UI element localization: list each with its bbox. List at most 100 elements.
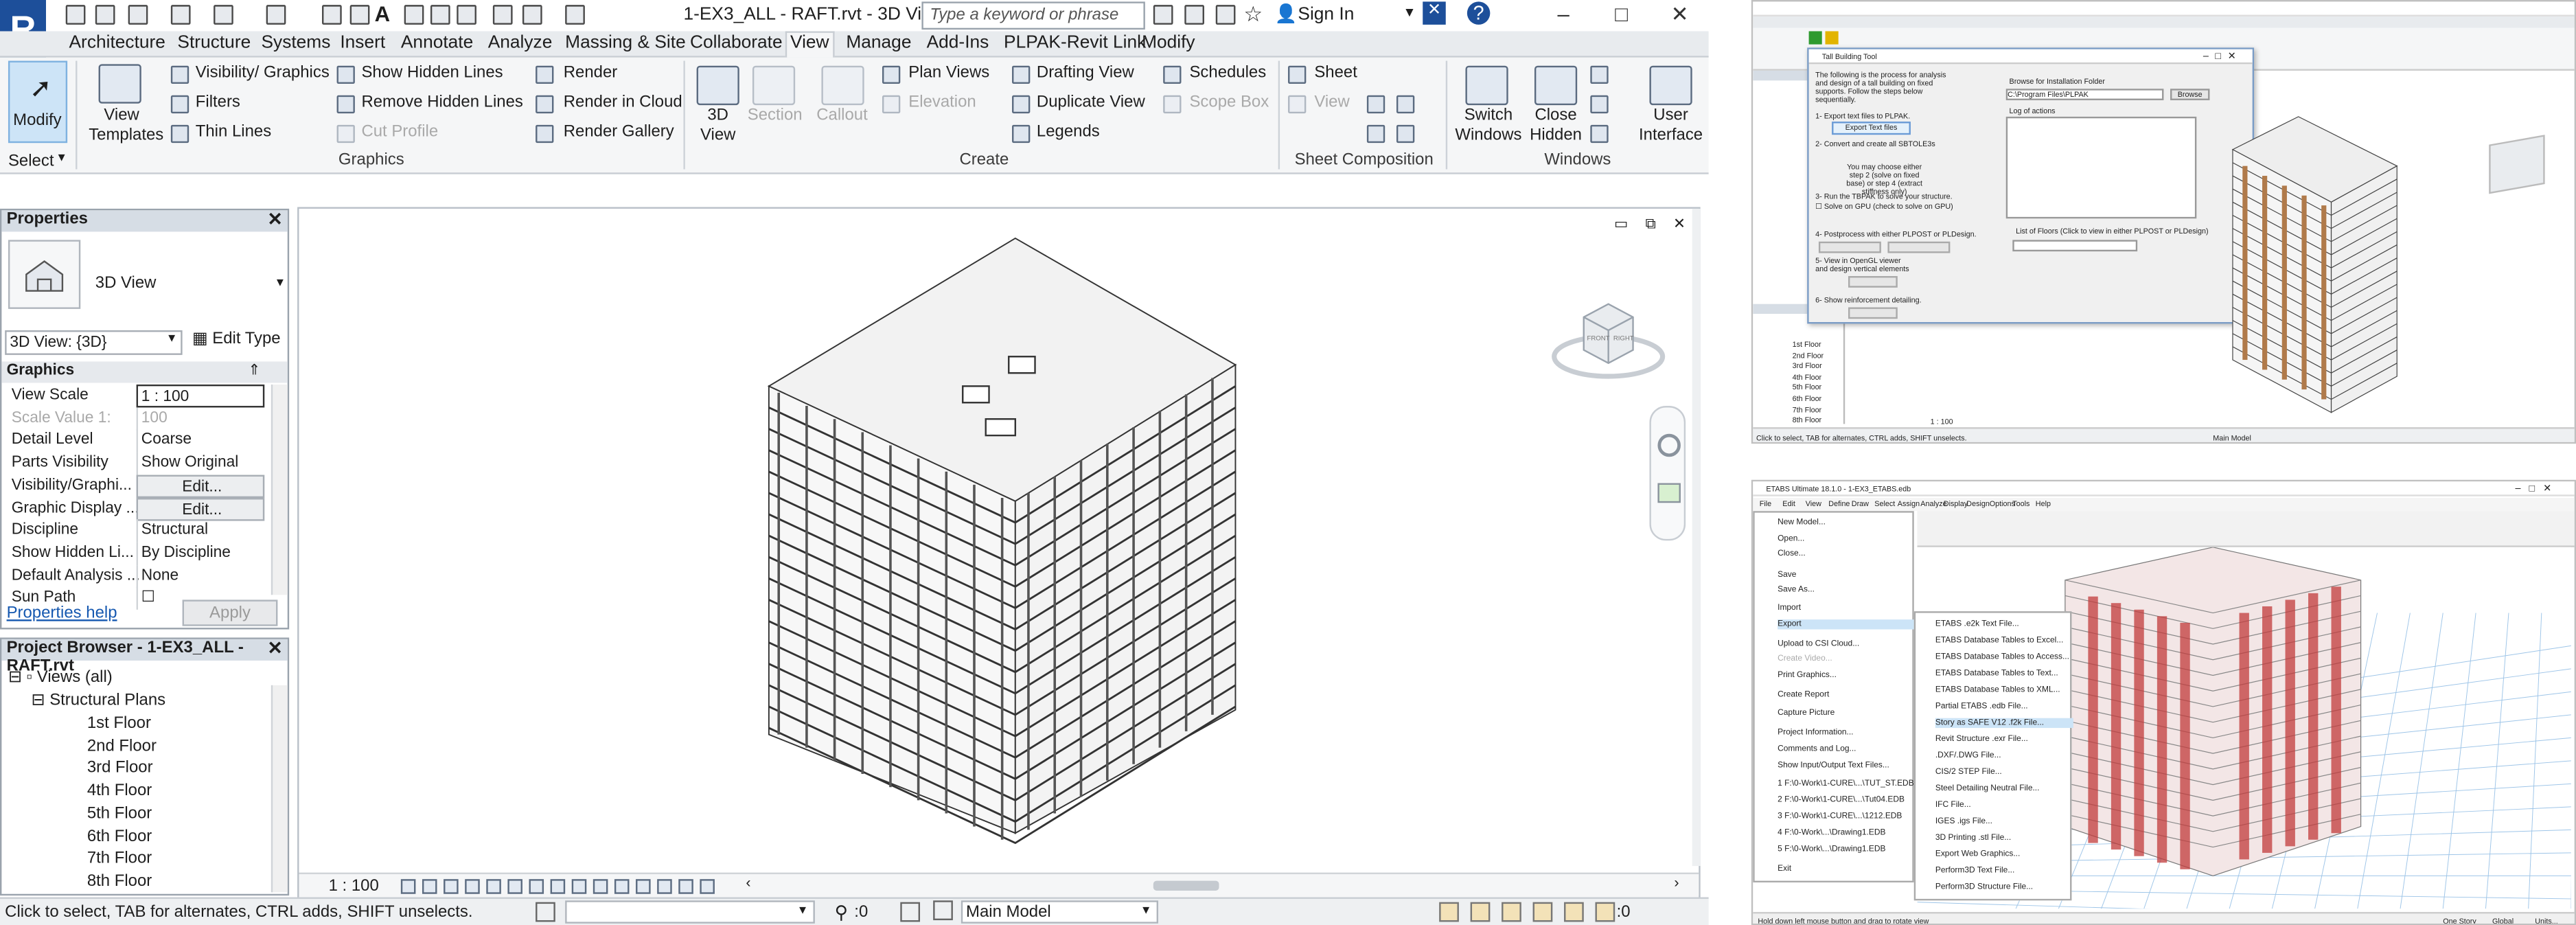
3d-view-button[interactable]: 3D View [697,107,739,146]
tab-manage[interactable]: Manage [843,33,915,53]
tree-views-all[interactable]: ⊟ ▫ Views (all) [8,669,113,687]
etabs-window-controls[interactable]: –□✕ [2516,483,2560,494]
etabs-menu-item[interactable]: Display [1944,499,1968,507]
close-button[interactable]: ✕ [1671,1,1689,27]
scope-box-button[interactable]: Scope Box [1189,93,1269,111]
view-control-icon[interactable] [593,879,608,894]
export-menu-item[interactable]: Story as SAFE V12 .f2k File... [1935,718,2073,729]
file-menu-item[interactable]: New Model... [1778,518,1826,527]
property-row[interactable]: View Scale 1 : 100 [1,384,290,408]
file-menu-item[interactable]: Upload to CSI Cloud... [1778,639,1859,649]
dialog-window-controls[interactable]: –□✕ [2203,51,2242,62]
export-menu-item[interactable]: Partial ETABS .edb File... [1935,702,2028,711]
export-menu-item[interactable]: IGES .igs File... [1935,816,1992,826]
etabs-menu-item[interactable]: Select [1874,499,1895,507]
export-menu-item[interactable]: ETABS .e2k Text File... [1935,619,2019,629]
file-menu-item[interactable]: 5 F:\0-Work\...\Drawing1.EDB [1778,845,1885,854]
gpu-checkbox[interactable]: ☐ Solve on GPU (check to solve on GPU) [1815,202,1953,212]
communication-icon[interactable] [1215,5,1236,25]
mini-floor-item[interactable]: 6th Floor [1793,394,1822,402]
minimize-button[interactable]: – [1557,1,1569,26]
file-menu-item[interactable]: Create Video... [1778,654,1832,663]
etabs-menu-item[interactable]: Draw [1852,499,1869,507]
tab-architecture[interactable]: Architecture [66,33,169,53]
file-menu-item[interactable]: Show Input/Output Text Files... [1778,761,1889,770]
property-row[interactable]: Show Hidden Li... By Discipline [1,542,290,565]
duplicate-view-button[interactable]: Duplicate View [1037,93,1145,111]
editable-icon[interactable]: ⚲ [835,902,848,924]
section-icon[interactable] [430,5,450,25]
vertical-scrollbar[interactable] [1692,208,1701,867]
log-textarea[interactable] [2005,116,2197,219]
plan-views-button[interactable]: Plan Views [908,64,989,82]
file-menu-item[interactable]: Create Report [1778,690,1829,700]
mini-floor-item[interactable]: 1st Floor [1793,340,1821,348]
collapse-icon[interactable]: ⇑ [248,361,260,379]
chevron-down-icon[interactable]: ▼ [1403,5,1416,20]
etabs-menu-item[interactable]: Design [1966,499,1990,507]
modify-button[interactable]: ➚ Modify [8,60,68,144]
drafting-view-button[interactable]: Drafting View [1037,64,1134,82]
save-icon[interactable] [95,5,115,25]
view-control-icon[interactable] [571,879,587,894]
export-menu-item[interactable]: Steel Detailing Neutral File... [1935,784,2040,793]
tree-structural-plans[interactable]: ⊟ Structural Plans [31,692,165,709]
view-control-icon[interactable] [678,879,693,894]
file-menu-item[interactable]: Capture Picture [1778,708,1835,718]
section-button[interactable]: Section [748,107,803,125]
property-row[interactable]: Parts Visibility Show Original [1,452,290,475]
export-text-files-button[interactable]: Export Text files [1832,122,1911,135]
view-control-icon[interactable] [529,879,544,894]
customize-icon[interactable] [565,5,585,25]
tab-structure[interactable]: Structure [174,33,254,53]
property-row[interactable]: Graphic Display ... Edit... [1,496,290,521]
tree-floor-item[interactable]: 1st Floor [87,715,151,733]
mini-floor-item[interactable]: 8th Floor [1793,416,1822,424]
export-menu-item[interactable]: Revit Structure .exr File... [1935,735,2028,744]
selection-option-icon[interactable] [1564,902,1584,922]
schedules-button[interactable]: Schedules [1189,64,1266,82]
user-interface-button[interactable]: User Interface [1636,107,1705,146]
visibility-graphics-button[interactable]: Visibility/ Graphics [196,64,330,82]
zoom-icon[interactable] [1657,483,1681,503]
file-menu-item[interactable]: Save As... [1778,585,1815,595]
file-menu-item[interactable]: Save [1778,570,1796,580]
selection-option-icon[interactable] [1595,902,1615,922]
file-menu-item[interactable]: Comments and Log... [1778,744,1856,754]
close-icon[interactable]: ✕ [268,209,283,230]
detailing-button[interactable] [1848,307,1898,319]
3d-view-icon[interactable] [404,5,424,25]
properties-help-link[interactable]: Properties help [7,605,117,623]
model-select[interactable]: Main Model ▼ [961,900,1158,924]
design-option-set-icon[interactable] [933,900,953,921]
export-menu-item[interactable]: ETABS Database Tables to XML... [1935,685,2060,695]
tab-analyze[interactable]: Analyze [485,33,555,53]
callout-button[interactable]: Callout [816,107,868,125]
file-menu-item[interactable]: Import [1778,603,1801,613]
export-menu-item[interactable]: Perform3D Text File... [1935,866,2014,876]
export-menu-item[interactable]: Perform3D Structure File... [1935,882,2033,892]
mini-floor-item[interactable]: 7th Floor [1793,405,1822,413]
viewcube-right-label[interactable]: RIGHT [1613,334,1634,342]
elevation-button[interactable]: Elevation [908,93,976,111]
sign-in-button[interactable]: Sign In [1298,5,1354,25]
etabs-units-button[interactable]: Units... [2535,917,2558,924]
floors-select[interactable] [2012,240,2138,252]
undo-icon[interactable] [170,5,191,25]
legends-button[interactable]: Legends [1037,123,1100,141]
plpost-button[interactable] [1818,241,1881,253]
export-menu-item[interactable]: Export Web Graphics... [1935,849,2020,859]
filters-button[interactable]: Filters [196,93,240,111]
mini-floor-item[interactable]: 2nd Floor [1793,351,1824,359]
user-icon[interactable]: 👤 [1275,3,1298,25]
selection-option-icon[interactable] [1532,902,1553,922]
thin-lines-icon[interactable] [457,5,476,25]
file-menu-item[interactable]: Open... [1778,534,1804,544]
property-value[interactable]: Edit... [136,496,265,521]
mini-floor-item[interactable]: 3rd Floor [1793,362,1822,370]
selection-option-icon[interactable] [1439,902,1459,922]
tree-floor-item[interactable]: 2nd Floor [87,738,157,755]
export-menu-item[interactable]: IFC File... [1935,800,1971,810]
view-control-icon[interactable] [400,879,416,894]
render-cloud-button[interactable]: Render in Cloud [564,93,682,111]
